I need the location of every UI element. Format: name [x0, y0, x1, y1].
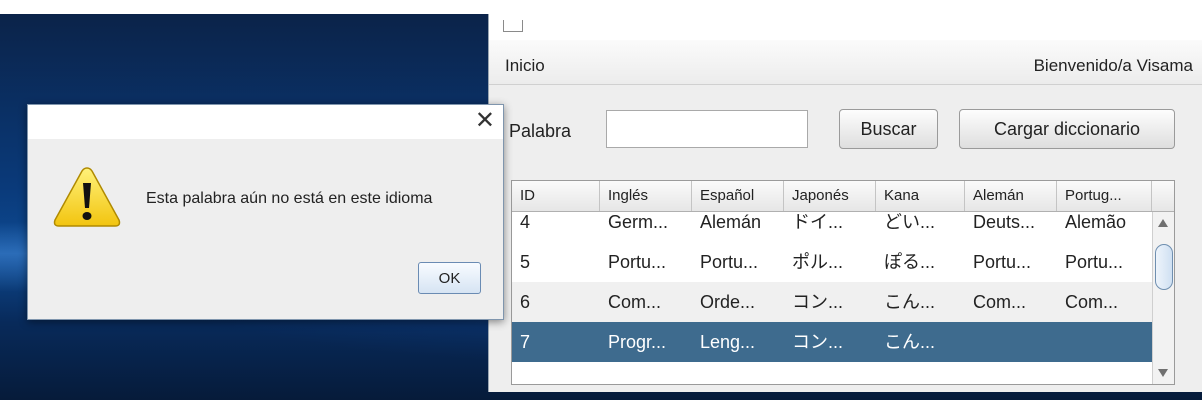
table-row[interactable]: 6 Com... Orde... コン... こん... Com... Com.…	[512, 282, 1152, 322]
palabra-input[interactable]	[606, 110, 808, 148]
table-cell	[1057, 322, 1152, 362]
column-header-corner	[1152, 181, 1174, 211]
table-cell: こん...	[884, 292, 936, 312]
window-top-strip	[489, 14, 1202, 40]
desktop-background: Inicio Bienvenido/a Visama Palabra Busca…	[0, 14, 1202, 400]
table-cell: Deuts...	[973, 212, 1036, 232]
scrollbar-thumb[interactable]	[1155, 244, 1173, 290]
table-cell: 5	[520, 252, 531, 272]
column-header-espanol[interactable]: Español	[692, 181, 784, 211]
dialog-message: Esta palabra aún no está en este idioma	[146, 190, 433, 207]
dictionary-window: Inicio Bienvenido/a Visama Palabra Busca…	[488, 14, 1202, 392]
warning-icon	[53, 167, 121, 227]
table-body: 4 Germ... Alemán ドイ... どい... Deuts... Al…	[512, 212, 1152, 384]
dialog-title-bar	[28, 105, 503, 139]
column-header-ingles[interactable]: Inglés	[600, 181, 692, 211]
table-row[interactable]: 4 Germ... Alemán ドイ... どい... Deuts... Al…	[512, 212, 1152, 242]
table-cell: どい...	[884, 212, 936, 232]
cargar-diccionario-button[interactable]: Cargar diccionario	[959, 109, 1175, 149]
scroll-down-arrow-icon[interactable]	[1158, 369, 1168, 377]
column-header-id[interactable]: ID	[512, 181, 600, 211]
table-cell: Portu...	[700, 252, 759, 272]
table-cell: Alemán	[700, 212, 762, 232]
menu-inicio[interactable]: Inicio	[505, 56, 545, 76]
table-cell: Germ...	[608, 212, 669, 232]
column-header-aleman[interactable]: Alemán	[965, 181, 1057, 211]
table-cell: Orde...	[700, 292, 756, 312]
table-row[interactable]: 5 Portu... Portu... ポル... ぽる... Portu...…	[512, 242, 1152, 282]
column-header-portugues[interactable]: Portug...	[1057, 181, 1152, 211]
words-table: ID Inglés Español Japonés Kana Alemán Po…	[511, 180, 1175, 385]
top-checkbox[interactable]	[503, 20, 523, 32]
table-cell: Portu...	[608, 252, 667, 272]
table-cell: こん...	[884, 332, 936, 352]
table-cell: Portu...	[973, 252, 1032, 272]
table-vertical-scrollbar[interactable]	[1152, 212, 1174, 384]
table-cell: Portu...	[1065, 252, 1124, 272]
table-cell: Com...	[608, 292, 662, 312]
column-header-japones[interactable]: Japonés	[784, 181, 876, 211]
ok-button[interactable]: OK	[418, 262, 481, 294]
table-cell: Leng...	[700, 332, 756, 352]
table-cell	[965, 322, 1057, 362]
table-cell: ポル...	[792, 252, 844, 272]
table-cell: ドイ...	[792, 212, 844, 232]
table-row-selected[interactable]: 7 Progr... Leng... コン... こん...	[512, 322, 1152, 362]
table-cell: 6	[520, 292, 531, 312]
table-cell: Com...	[1065, 292, 1119, 312]
close-icon[interactable]: ✕	[475, 106, 495, 136]
table-cell: コン...	[792, 292, 844, 312]
table-cell: コン...	[792, 332, 844, 352]
buscar-button[interactable]: Buscar	[839, 109, 938, 149]
welcome-label: Bienvenido/a Visama	[1033, 56, 1193, 75]
warning-dialog: ✕ Esta palabra aún no está en este idiom…	[27, 104, 504, 320]
table-cell: ぽる...	[884, 252, 936, 272]
table-header: ID Inglés Español Japonés Kana Alemán Po…	[512, 181, 1174, 212]
table-cell: Progr...	[608, 332, 667, 352]
table-cell: 7	[520, 332, 531, 352]
palabra-label: Palabra	[509, 121, 572, 141]
table-cell: 4	[520, 212, 531, 232]
scroll-up-arrow-icon[interactable]	[1158, 219, 1168, 227]
column-header-kana[interactable]: Kana	[876, 181, 965, 211]
table-cell: Com...	[973, 292, 1027, 312]
table-cell: Alemão	[1065, 212, 1127, 232]
